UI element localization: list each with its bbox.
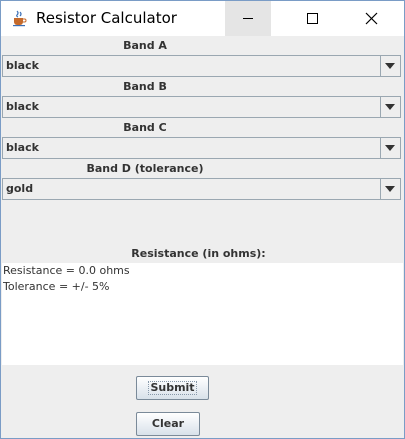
submit-button[interactable]: Submit (136, 376, 209, 400)
java-cup-icon[interactable] (10, 9, 28, 27)
band-d-value: gold (6, 182, 34, 195)
band-c-select[interactable]: black (2, 137, 401, 159)
band-a-value: black (6, 59, 39, 72)
band-c-value: black (6, 141, 39, 154)
triangle-down-icon (385, 104, 395, 110)
band-b-label: Band B (123, 80, 167, 93)
tolerance-line: Tolerance = +/- 5% (3, 280, 110, 293)
resistor-calculator-window: Resistor Calculator Band A black Band B … (0, 0, 405, 439)
result-text-area[interactable]: Resistance = 0.0 ohms Tolerance = +/- 5% (2, 263, 403, 365)
band-d-label: Band D (tolerance) (86, 162, 204, 175)
submit-label: Submit (148, 381, 197, 395)
maximize-icon (307, 13, 318, 24)
band-a-label: Band A (123, 39, 167, 52)
band-b-value: black (6, 100, 39, 113)
band-c-label: Band C (123, 121, 167, 134)
band-b-dropdown-button[interactable] (380, 97, 400, 117)
clear-button[interactable]: Clear (136, 412, 200, 436)
minimize-icon (243, 18, 253, 19)
title-bar[interactable]: Resistor Calculator (1, 1, 404, 36)
triangle-down-icon (385, 186, 395, 192)
close-button[interactable] (348, 1, 394, 36)
window-title: Resistor Calculator (36, 9, 177, 27)
band-d-select[interactable]: gold (2, 178, 401, 200)
band-d-dropdown-button[interactable] (380, 179, 400, 199)
band-a-select[interactable]: black (2, 55, 401, 77)
minimize-button[interactable] (225, 1, 271, 36)
close-icon (365, 12, 378, 25)
maximize-button[interactable] (290, 1, 336, 36)
triangle-down-icon (385, 63, 395, 69)
triangle-down-icon (385, 145, 395, 151)
band-c-dropdown-button[interactable] (380, 138, 400, 158)
band-b-select[interactable]: black (2, 96, 401, 118)
resistance-line: Resistance = 0.0 ohms (3, 264, 130, 277)
band-a-dropdown-button[interactable] (380, 56, 400, 76)
resistance-heading: Resistance (in ohms): (131, 247, 266, 260)
